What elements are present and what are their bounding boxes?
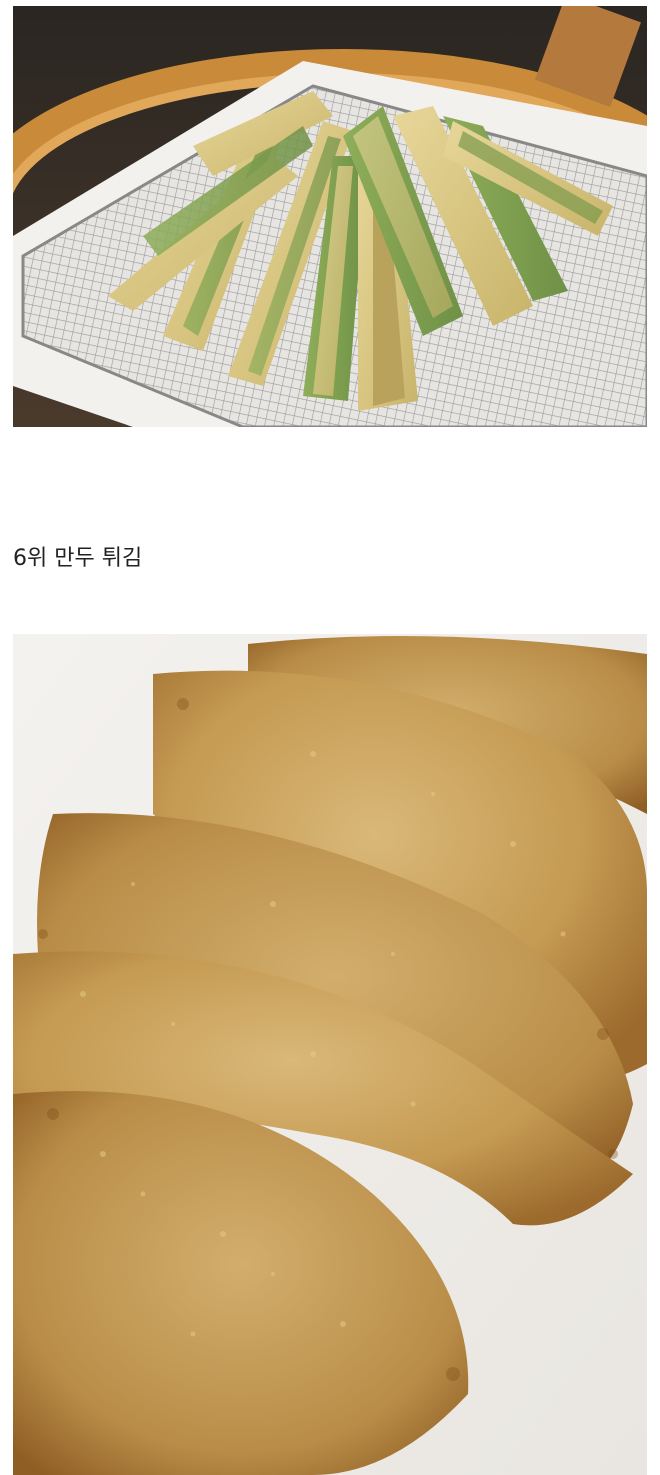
rank-caption: 6위 만두 튀김 (13, 546, 143, 571)
vegetable-tempura-photo (13, 6, 647, 427)
fried-dumpling-photo (13, 634, 647, 1475)
